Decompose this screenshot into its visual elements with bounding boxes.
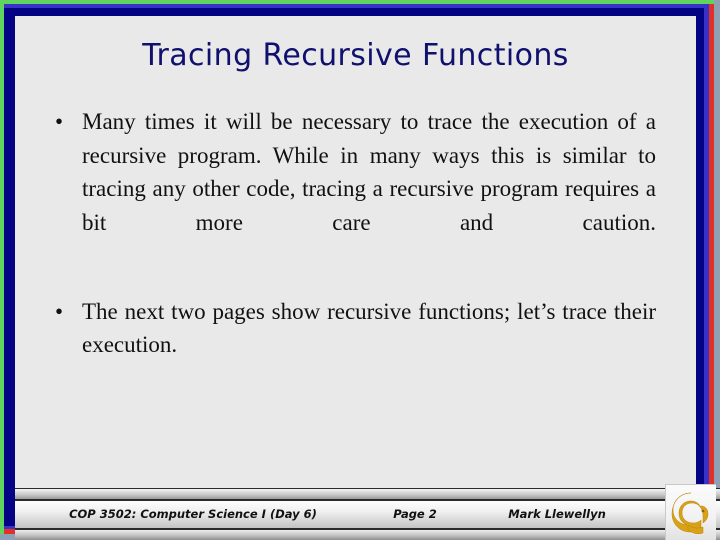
bullet-marker-icon: • [55, 109, 64, 134]
footer-course-label: COP 3502: Computer Science I (Day 6) [69, 507, 317, 521]
slide: Tracing Recursive Functions • Many times… [0, 0, 720, 540]
slide-footer: COP 3502: Computer Science I (Day 6) Pag… [15, 484, 720, 540]
bullet-item: • Many times it will be necessary to tra… [44, 105, 656, 273]
bullet-text: Many times it will be necessary to trace… [82, 109, 656, 235]
bullet-marker-icon: • [55, 298, 64, 324]
slide-body: • Many times it will be necessary to tra… [44, 105, 656, 395]
footer-page-number: Page 2 [393, 507, 437, 521]
bullet-item: • The next two pages show recursive func… [44, 295, 656, 396]
bullet-text: The next two pages show recursive functi… [82, 298, 656, 358]
slide-title: Tracing Recursive Functions [142, 38, 569, 73]
footer-band-bottom [15, 529, 720, 540]
footer-author-label: Mark Llewellyn [508, 507, 606, 521]
footer-logo-plate [665, 484, 716, 540]
footer-band-top [15, 488, 720, 500]
